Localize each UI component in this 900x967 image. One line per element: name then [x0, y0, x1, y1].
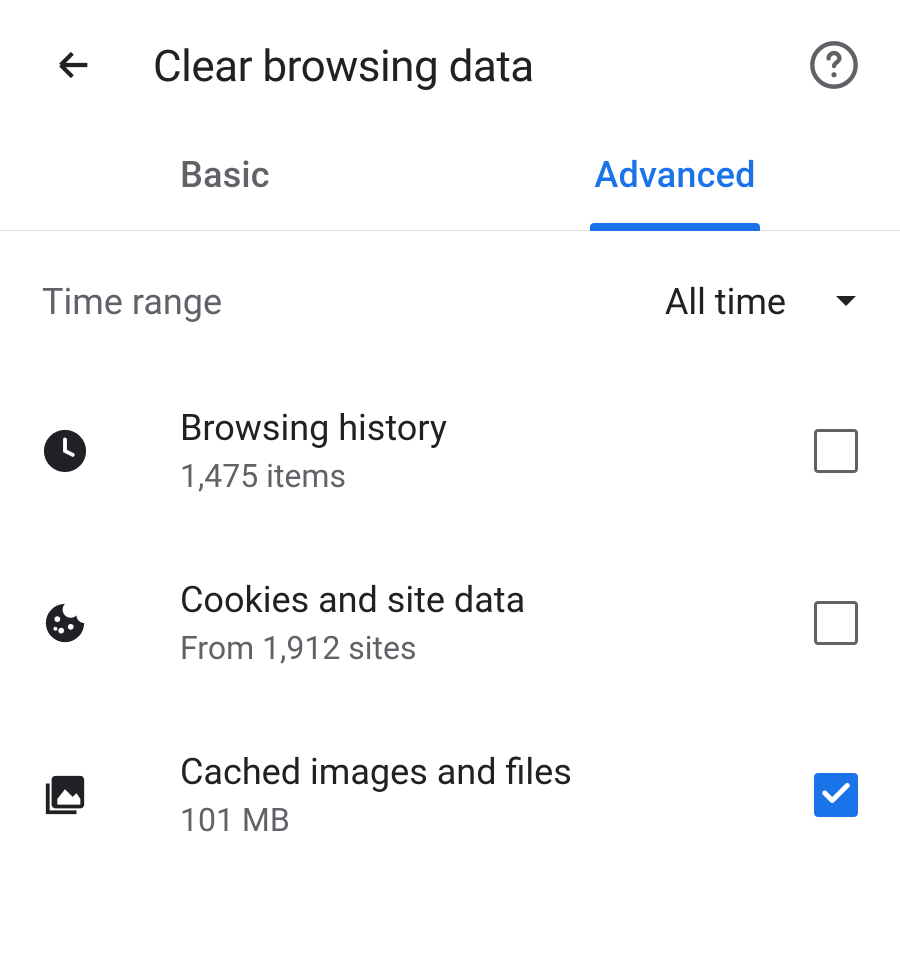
image-icon [42, 772, 88, 818]
arrow-left-icon [54, 45, 94, 88]
chevron-down-icon [834, 293, 858, 312]
item-subtitle: 1,475 items [180, 457, 814, 495]
back-button[interactable] [50, 42, 98, 90]
help-icon [808, 39, 860, 94]
time-range-dropdown[interactable]: All time [665, 281, 858, 323]
options-list: Browsing history 1,475 items Cookies and… [0, 365, 900, 881]
item-title: Browsing history [180, 407, 814, 449]
list-item-cookies[interactable]: Cookies and site data From 1,912 sites [42, 537, 858, 709]
tab-advanced[interactable]: Advanced [450, 122, 900, 230]
item-title: Cookies and site data [180, 579, 814, 621]
page-title: Clear browsing data [153, 40, 534, 92]
item-title: Cached images and files [180, 751, 814, 793]
help-button[interactable] [808, 40, 860, 92]
list-item-browsing-history[interactable]: Browsing history 1,475 items [42, 365, 858, 537]
item-subtitle: 101 MB [180, 801, 814, 839]
item-subtitle: From 1,912 sites [180, 629, 814, 667]
header: Clear browsing data [0, 0, 900, 122]
time-range-value: All time [665, 281, 786, 323]
list-item-cached-images[interactable]: Cached images and files 101 MB [42, 709, 858, 881]
content: Time range All time Browsing history 1,4… [0, 231, 900, 881]
time-range-label: Time range [42, 281, 222, 323]
tabs: Basic Advanced [0, 122, 900, 231]
tab-basic[interactable]: Basic [0, 122, 450, 230]
time-range-row[interactable]: Time range All time [0, 231, 900, 365]
cookie-icon [42, 600, 88, 646]
checkbox-cached-images[interactable] [814, 773, 858, 817]
checkbox-browsing-history[interactable] [814, 429, 858, 473]
clock-icon [42, 428, 88, 474]
checkbox-cookies[interactable] [814, 601, 858, 645]
check-icon [821, 781, 851, 809]
